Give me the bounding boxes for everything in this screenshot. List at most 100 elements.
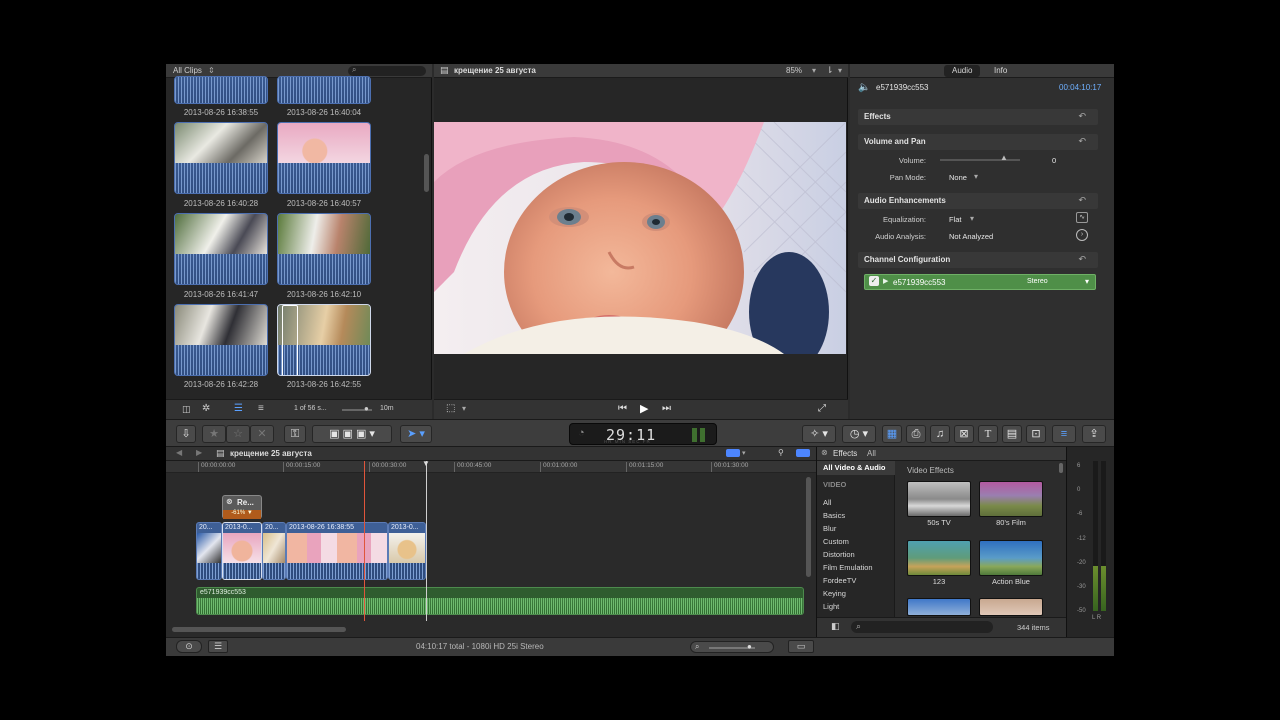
transitions-browser-button[interactable]: ⊠ <box>954 425 974 443</box>
import-media-button[interactable]: ⇩ <box>176 425 196 443</box>
keyword-button[interactable]: ⚿ <box>284 425 306 443</box>
edit-buttons-group[interactable]: ▣ ▣ ▣ ▾ <box>312 425 392 443</box>
title-clip-retime[interactable]: -61% ▼ <box>223 510 261 519</box>
skimming-icon[interactable]: ⚲ <box>778 448 784 457</box>
pan-mode-value[interactable]: None <box>949 173 967 182</box>
timeline-horizontal-scrollbar[interactable] <box>172 627 346 632</box>
timeline-clip-selected[interactable]: 2013-0... <box>222 522 262 580</box>
chevron-down-icon[interactable]: ▾ <box>742 449 746 457</box>
fullscreen-icon[interactable]: ⤢ <box>818 403 826 414</box>
category-light[interactable]: Light <box>823 602 839 611</box>
category-distortion[interactable]: Distortion <box>823 550 855 559</box>
titles-browser-button[interactable]: T <box>978 425 998 443</box>
viewer-zoom[interactable]: 85% <box>786 66 802 75</box>
list-view-icon[interactable]: ≡ <box>258 403 264 414</box>
timeline-clip[interactable]: 20... <box>196 522 222 580</box>
timeline-zoom-control[interactable]: ⌕ ● <box>690 641 774 653</box>
photo-browser-button[interactable]: ⎙ <box>906 425 926 443</box>
clip-thumbnail[interactable] <box>174 304 268 376</box>
clip-thumbnail[interactable] <box>174 122 268 194</box>
chevron-down-icon[interactable]: ▾ <box>970 214 974 223</box>
channel-row[interactable]: ✓ ▶ e571939cc553 Stereo ▾ <box>864 274 1096 290</box>
clip-range-selection[interactable] <box>282 305 298 375</box>
clip-thumbnail-selected[interactable] <box>277 304 371 376</box>
volume-value[interactable]: 0 <box>1052 156 1056 165</box>
timeline-vertical-scrollbar[interactable] <box>806 477 811 577</box>
tab-info[interactable]: Info <box>986 65 1015 77</box>
unrate-button[interactable]: ☆ <box>226 425 250 443</box>
select-tool-button[interactable]: ➤ ▾ <box>400 425 432 443</box>
playhead[interactable] <box>426 461 427 621</box>
background-tasks-icon[interactable]: ◔ <box>578 427 585 439</box>
clip-thumbnail[interactable] <box>277 122 371 194</box>
clip-appearance-button[interactable]: ▭ <box>788 640 814 653</box>
inspector-button[interactable]: ≡ <box>1052 425 1076 443</box>
channel-mode[interactable]: Stereo <box>1027 278 1048 285</box>
audio-clip[interactable]: e571939cc553 <box>196 587 804 615</box>
list-view-button[interactable]: ☰ <box>208 640 228 653</box>
effects-section-header[interactable]: Effects ↶ <box>858 109 1098 125</box>
reset-icon[interactable]: ↶ <box>1078 111 1086 122</box>
effect-thumbnail[interactable] <box>907 481 971 517</box>
sidebar-toggle-icon[interactable]: ◧ <box>831 621 840 632</box>
reset-icon[interactable]: ↶ <box>1078 136 1086 147</box>
clip-thumbnail[interactable] <box>174 213 268 285</box>
chevron-down-icon[interactable]: ▾ <box>1085 277 1089 286</box>
equalization-value[interactable]: Flat <box>949 215 962 224</box>
browser-scrollbar[interactable] <box>424 154 429 192</box>
favorite-button[interactable]: ★ <box>202 425 226 443</box>
channel-config-section-header[interactable]: Channel Configuration ↶ <box>858 252 1098 268</box>
dashboard-timecode[interactable]: ◔ 29:11 HR MIN SEC FR <box>569 423 717 445</box>
effect-thumbnail[interactable] <box>907 540 971 576</box>
reset-icon[interactable]: ↶ <box>1078 254 1086 265</box>
music-browser-button[interactable]: ♫ <box>930 425 950 443</box>
sidebar-toggle-icon[interactable]: ◫ <box>182 404 191 415</box>
category-basics[interactable]: Basics <box>823 511 845 520</box>
category-fordeetv[interactable]: FordeeTV <box>823 576 856 585</box>
clip-appearance-toggle[interactable] <box>726 449 740 457</box>
clip-thumbnail[interactable] <box>277 76 371 104</box>
volume-slider[interactable] <box>940 159 1020 161</box>
clip-thumbnail[interactable] <box>277 213 371 285</box>
category-all-video-audio[interactable]: All Video & Audio <box>817 461 895 475</box>
eq-graph-icon[interactable]: ∿ <box>1076 212 1088 223</box>
audio-enhancements-section-header[interactable]: Audio Enhancements ↶ <box>858 193 1098 209</box>
filter-chevron-icon[interactable]: ⇕ <box>208 66 215 75</box>
forward-arrow-icon[interactable]: ▶ <box>196 448 202 457</box>
next-edit-icon[interactable]: ⏭ <box>662 403 671 414</box>
effects-search-field[interactable]: ⌕ <box>851 621 993 633</box>
reset-icon[interactable]: ↶ <box>1078 195 1086 206</box>
timeline-clip[interactable]: 20... <box>262 522 286 580</box>
playhead-handle-icon[interactable]: ▼ <box>422 459 430 468</box>
chevron-down-icon[interactable]: ▾ <box>812 66 816 75</box>
title-clip[interactable]: ⊗ Re... -61% ▼ <box>222 495 262 519</box>
effect-thumbnail[interactable] <box>907 598 971 616</box>
enhancements-button[interactable]: ✧ ▾ <box>802 425 836 443</box>
volume-pan-section-header[interactable]: Volume and Pan ↶ <box>858 134 1098 150</box>
view-options-icon[interactable]: ⇂ <box>826 65 834 76</box>
generators-browser-button[interactable]: ▤ <box>1002 425 1022 443</box>
chevron-down-icon[interactable]: ▾ <box>974 172 978 181</box>
play-icon[interactable]: ▶ <box>640 402 648 415</box>
category-blur[interactable]: Blur <box>823 524 836 533</box>
clip-filter-menu[interactable]: All Clips <box>173 66 202 75</box>
analyze-icon[interactable]: › <box>1076 229 1088 241</box>
reject-button[interactable]: ✕ <box>250 425 274 443</box>
themes-browser-button[interactable]: ⊡ <box>1026 425 1046 443</box>
checkbox-icon[interactable]: ✓ <box>869 276 879 286</box>
effect-thumbnail[interactable] <box>979 481 1043 517</box>
filmstrip-view-icon[interactable]: ☰ <box>234 403 243 414</box>
disclosure-triangle-icon[interactable]: ▶ <box>883 277 888 285</box>
clip-thumbnail[interactable] <box>174 76 268 104</box>
retime-button[interactable]: ◷ ▾ <box>842 425 876 443</box>
close-icon[interactable]: ⊗ <box>821 448 828 457</box>
view-format-icon[interactable]: ⬚ <box>446 403 455 414</box>
back-arrow-icon[interactable]: ◀ <box>176 448 182 457</box>
timeline-index-button[interactable]: ⊙ <box>176 640 202 653</box>
chevron-down-icon[interactable]: ▾ <box>838 66 842 75</box>
timeline-clip[interactable]: 2013-08-26 16:38:55 <box>286 522 388 580</box>
effect-thumbnail[interactable] <box>979 598 1043 616</box>
effect-thumbnail[interactable] <box>979 540 1043 576</box>
zoom-knob-icon[interactable]: ● <box>747 642 752 651</box>
effects-scrollbar[interactable] <box>1059 463 1063 473</box>
